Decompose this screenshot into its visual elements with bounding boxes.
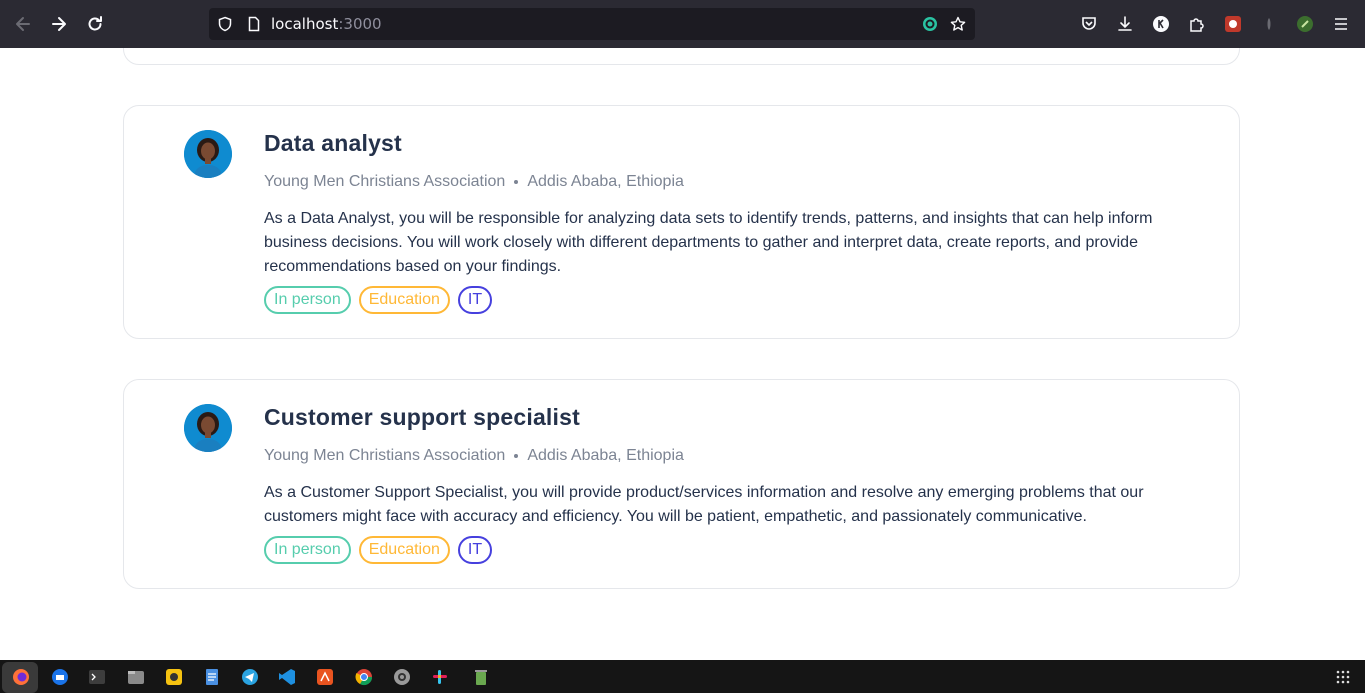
reload-button[interactable] [83,12,107,36]
arrow-left-icon [16,17,30,31]
job-description: As a Data Analyst, you will be responsib… [264,210,1153,275]
job-tags: In person Education IT [264,286,493,314]
telegram-icon[interactable] [241,668,259,686]
slack-icon[interactable] [431,668,449,686]
green-extension-icon[interactable] [1295,14,1315,34]
job-title[interactable]: Customer support specialist [264,404,580,431]
page-icon[interactable] [246,16,262,32]
files-icon[interactable] [127,668,145,686]
shield-icon[interactable] [217,16,233,32]
job-meta: Young Men Christians Association Addis Ab… [264,447,684,465]
app-center-icon[interactable] [316,668,334,686]
terminal-icon[interactable] [88,668,106,686]
separator-dot [514,453,519,458]
tag-it: IT [457,286,493,314]
job-card[interactable]: Customer support specialist Young Men Ch… [123,379,1240,589]
forward-button[interactable] [47,12,71,36]
trash-icon[interactable] [472,668,490,686]
avatar [184,404,232,452]
pocket-icon[interactable] [1079,14,1099,34]
tag-education: Education [358,536,450,564]
settings-icon[interactable] [393,668,411,686]
url-bar[interactable]: localhost:3000 [209,8,975,40]
page-content: Data analyst Young Men Christians Associ… [0,48,1365,660]
separator-dot [514,179,519,184]
url-port: :3000 [338,15,382,33]
tag-it: IT [457,536,493,564]
firefox-icon[interactable] [12,668,30,686]
person-avatar-icon [184,130,232,178]
back-button[interactable] [11,12,35,36]
job-location: Addis Ababa, Ethiopia [527,447,684,464]
person-avatar-icon [184,404,232,452]
company-name: Young Men Christians Association [264,447,506,464]
tag-in-person: In person [264,536,351,564]
red-extension-icon[interactable] [1223,14,1243,34]
rhythmbox-icon[interactable] [165,668,183,686]
avatar [184,130,232,178]
extension-target-icon[interactable] [922,16,938,32]
hamburger-menu-icon[interactable] [1331,14,1351,34]
company-name: Young Men Christians Association [264,173,506,190]
arrow-right-icon [52,17,66,31]
thunderbird-icon[interactable] [51,668,69,686]
extensions-icon[interactable] [1187,14,1207,34]
tag-in-person: In person [264,286,351,314]
url-text: localhost:3000 [271,15,382,33]
job-title[interactable]: Data analyst [264,130,402,157]
job-card-previous[interactable] [123,48,1240,65]
bookmark-star-icon[interactable] [950,16,966,32]
browser-toolbar: localhost:3000 [0,0,1365,48]
job-meta: Young Men Christians Association Addis Ab… [264,173,684,191]
grey-extension-icon[interactable] [1259,14,1279,34]
job-description: As a Customer Support Specialist, you wi… [264,484,1144,525]
reload-icon [88,16,102,31]
account-k-icon[interactable] [1151,14,1171,34]
chrome-icon[interactable] [355,668,373,686]
tag-education: Education [358,286,450,314]
app-grid-icon[interactable] [1334,668,1352,686]
url-host: localhost [271,15,339,33]
job-card[interactable]: Data analyst Young Men Christians Associ… [123,105,1240,339]
os-taskbar [0,660,1365,693]
vscode-icon[interactable] [278,668,296,686]
download-icon[interactable] [1115,14,1135,34]
job-tags: In person Education IT [264,536,493,564]
job-location: Addis Ababa, Ethiopia [527,173,684,190]
text-editor-icon[interactable] [203,668,221,686]
